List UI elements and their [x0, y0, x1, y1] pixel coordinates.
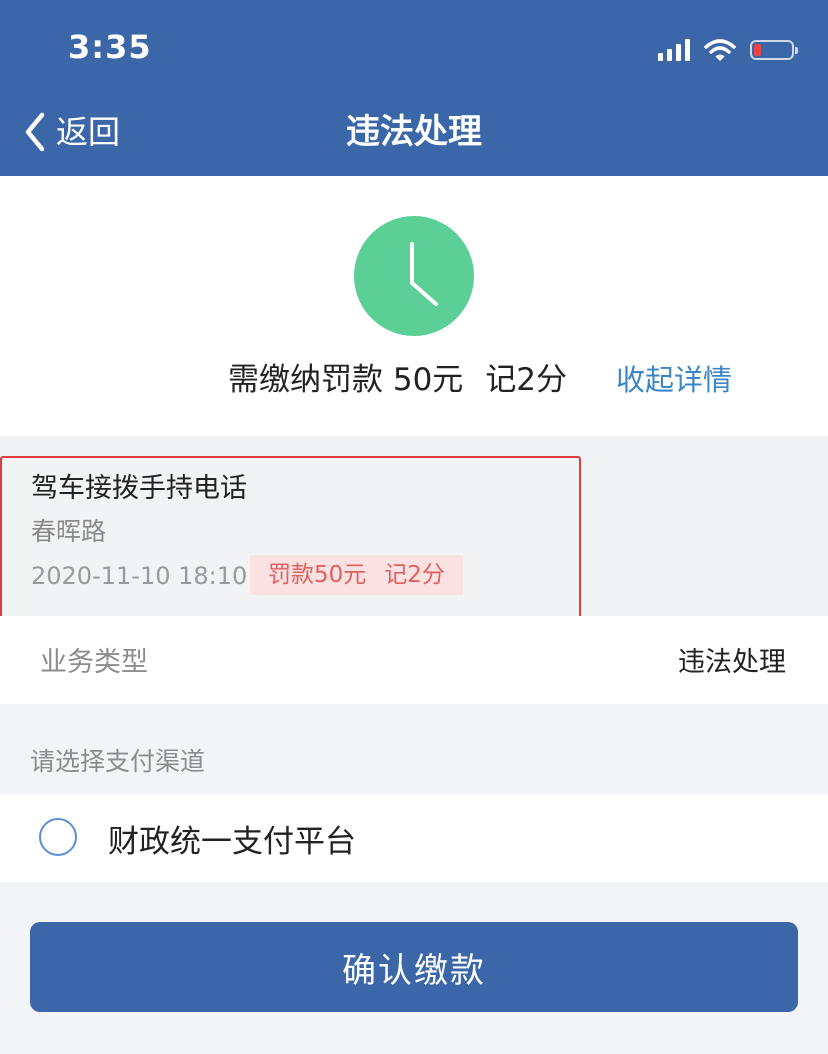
fine-amount-text: 需缴纳罚款 50元 [228, 362, 464, 398]
header-bar: 3:35 返回 违法处理 [0, 0, 828, 176]
radio-button[interactable] [39, 818, 77, 856]
confirm-payment-button[interactable]: 确认缴款 [30, 922, 798, 1012]
penalty-points: 记2分 [384, 562, 445, 588]
battery-low-icon [750, 40, 798, 60]
payment-option-label: 财政统一支付平台 [108, 824, 356, 860]
wifi-icon [704, 39, 736, 61]
business-type-row: 业务类型 违法处理 [0, 616, 828, 704]
penalty-fine: 罚款50元 [268, 562, 367, 588]
violation-card[interactable]: 驾车接拨手持电话 春晖路 2020-11-10 18:10 罚款50元 记2分 [0, 436, 828, 621]
status-icons [658, 34, 798, 66]
violation-location: 春晖路 [31, 517, 107, 546]
clock-icon [354, 216, 474, 336]
business-type-value: 违法处理 [678, 647, 786, 678]
fine-summary: 需缴纳罚款 50元 记2分 收起详情 [0, 176, 828, 436]
page-title: 违法处理 [346, 112, 482, 152]
points-text: 记2分 [485, 362, 568, 398]
penalty-badge: 罚款50元 记2分 [250, 555, 463, 595]
status-time: 3:35 [68, 28, 152, 66]
violation-title: 驾车接拨手持电话 [31, 473, 247, 504]
fine-summary-text: 需缴纳罚款 50元 记2分 [228, 360, 567, 400]
signal-icon [658, 39, 690, 61]
collapse-details-link[interactable]: 收起详情 [616, 360, 732, 400]
business-type-label: 业务类型 [40, 647, 148, 678]
payment-option-finance-platform[interactable]: 财政统一支付平台 [0, 794, 828, 882]
violation-datetime: 2020-11-10 18:10 [31, 562, 248, 590]
payment-channel-title: 请选择支付渠道 [30, 747, 206, 776]
